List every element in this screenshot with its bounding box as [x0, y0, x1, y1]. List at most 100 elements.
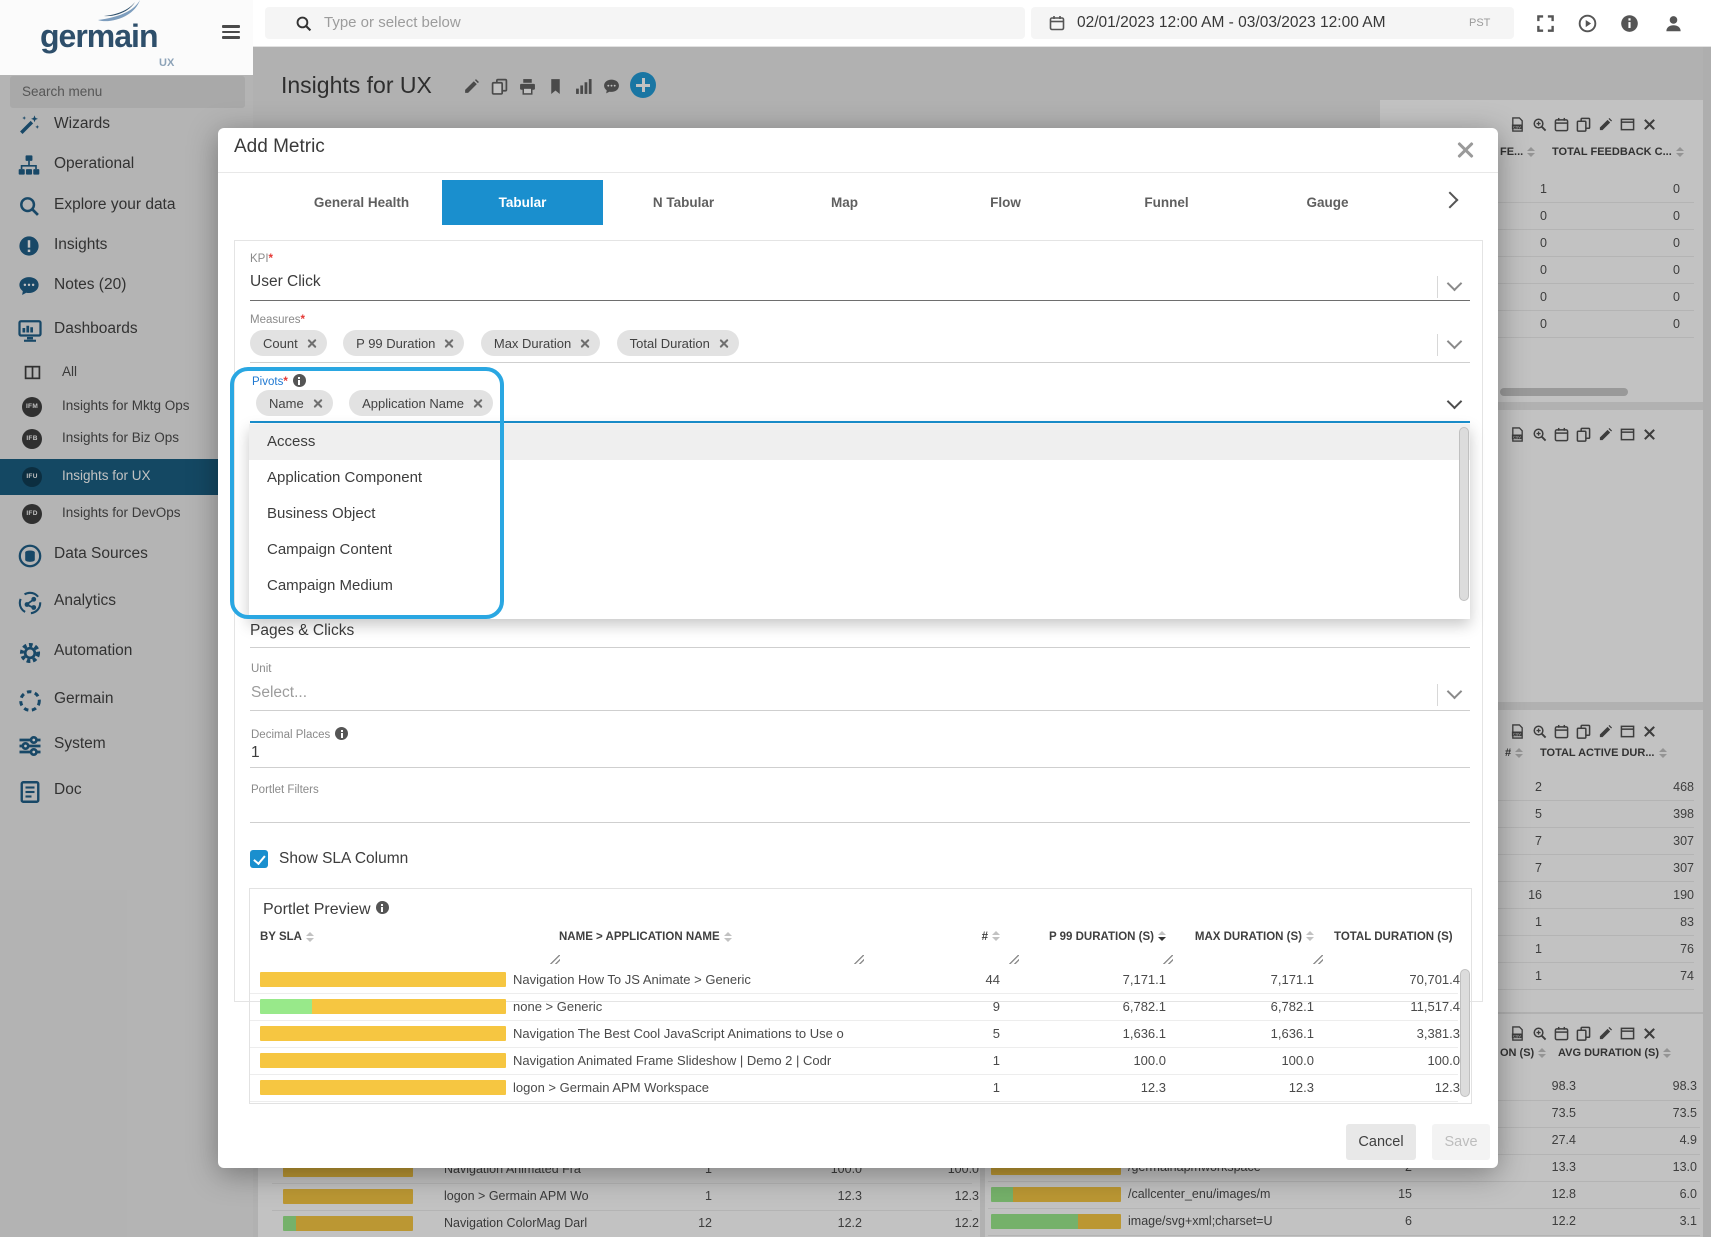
field-underline	[250, 822, 1470, 823]
info-icon[interactable]	[376, 901, 389, 914]
field-underline	[250, 710, 1470, 711]
timezone-label: PST	[1469, 17, 1490, 29]
show-sla-label: Show SLA Column	[279, 850, 408, 868]
metric-type-tabs: General Health Tabular N Tabular Map Flo…	[281, 180, 1408, 225]
unit-select[interactable]: Select...	[251, 684, 307, 702]
cancel-button[interactable]: Cancel	[1346, 1124, 1416, 1160]
remove-chip-icon[interactable]	[472, 398, 483, 409]
divider	[218, 172, 1498, 173]
tab-flow[interactable]: Flow	[925, 180, 1086, 225]
pivots-dropdown: Access Application Component Business Ob…	[249, 424, 1470, 619]
decimal-places-label: Decimal Places	[251, 727, 348, 741]
sla-bar	[260, 999, 506, 1014]
remove-chip-icon[interactable]	[718, 338, 729, 349]
remove-chip-icon[interactable]	[306, 338, 317, 349]
chip-p99-duration[interactable]: P 99 Duration	[343, 330, 464, 356]
divider	[1437, 684, 1438, 706]
preview-row: logon > Germain APM Workspace 1 12.3 12.…	[250, 1074, 1458, 1102]
pivots-label: Pivots*	[252, 374, 306, 388]
unit-label: Unit	[251, 663, 271, 675]
kpi-label: KPI*	[250, 253, 273, 265]
divider	[1437, 276, 1438, 298]
column-header-p99[interactable]: P 99 DURATION (S)	[1046, 931, 1166, 943]
portlet-filters-label: Portlet Filters	[251, 784, 319, 796]
search-icon	[295, 15, 312, 32]
chip-total-duration[interactable]: Total Duration	[617, 330, 739, 356]
top-bar: Type or select below 02/01/2023 12:00 AM…	[0, 0, 1711, 47]
column-header-total[interactable]: TOTAL DURATION (S)	[1334, 931, 1461, 943]
portlet-preview-panel: Portlet Preview BY SLA NAME > APPLICATIO…	[249, 888, 1472, 1104]
preview-row: Navigation The Best Cool JavaScript Anim…	[250, 1020, 1458, 1048]
modal-close-icon[interactable]	[1454, 139, 1476, 161]
portlet-preview-title: Portlet Preview	[263, 901, 389, 919]
column-resize-grip[interactable]	[1163, 955, 1173, 964]
column-header-count[interactable]: #	[910, 931, 1000, 943]
pivots-active-underline	[250, 421, 1470, 423]
chip-count[interactable]: Count	[250, 330, 327, 356]
save-button[interactable]: Save	[1432, 1124, 1490, 1160]
tabs-next-chevron-icon[interactable]	[1442, 192, 1459, 209]
info-icon[interactable]	[1620, 14, 1639, 33]
tab-tabular[interactable]: Tabular	[442, 180, 603, 225]
field-underline	[250, 767, 1470, 768]
column-header-by-sla[interactable]: BY SLA	[260, 931, 314, 943]
info-icon[interactable]	[335, 727, 348, 740]
tab-map[interactable]: Map	[764, 180, 925, 225]
option-business-object[interactable]: Business Object	[249, 496, 1470, 532]
chip-application-name[interactable]: Application Name	[349, 390, 493, 416]
logo[interactable]: germain	[40, 18, 157, 55]
column-header-max[interactable]: MAX DURATION (S)	[1194, 931, 1314, 943]
application-window: Search menu Wizards Operational Explore …	[0, 0, 1711, 1237]
add-metric-modal: Add Metric General Health Tabular N Tabu…	[218, 128, 1498, 1168]
calendar-icon	[1049, 15, 1065, 31]
preview-row: none > Generic 9 6,782.1 6,782.1 11,517.…	[250, 993, 1458, 1021]
logo-block: germain UX	[0, 0, 253, 75]
column-resize-grip[interactable]	[1009, 955, 1019, 964]
column-resize-grip[interactable]	[1313, 955, 1323, 964]
measures-label: Measures*	[250, 314, 305, 326]
column-resize-grip[interactable]	[550, 955, 560, 964]
global-search-input[interactable]: Type or select below	[265, 7, 1025, 39]
sla-bar	[260, 1053, 506, 1068]
dropdown-scrollbar[interactable]	[1459, 427, 1469, 601]
preview-row: Navigation Animated Frame Slideshow | De…	[250, 1047, 1458, 1075]
kpi-select[interactable]: User Click	[250, 273, 321, 291]
menu-toggle-icon[interactable]	[222, 25, 240, 39]
play-icon[interactable]	[1578, 14, 1597, 33]
tab-general-health[interactable]: General Health	[281, 180, 442, 225]
preview-scrollbar[interactable]	[1460, 969, 1470, 1097]
pivots-chips: Name Application Name	[256, 390, 505, 416]
group-title-value[interactable]: Pages & Clicks	[250, 622, 354, 640]
option-application-component[interactable]: Application Component	[249, 460, 1470, 496]
field-underline	[250, 300, 1470, 301]
option-campaign-content[interactable]: Campaign Content	[249, 532, 1470, 568]
remove-chip-icon[interactable]	[312, 398, 323, 409]
field-underline	[250, 647, 1470, 648]
tab-n-tabular[interactable]: N Tabular	[603, 180, 764, 225]
global-search-placeholder: Type or select below	[324, 14, 461, 31]
tab-gauge[interactable]: Gauge	[1247, 180, 1408, 225]
info-icon[interactable]	[293, 374, 306, 387]
modal-title: Add Metric	[234, 136, 325, 158]
decimal-places-input[interactable]: 1	[251, 744, 260, 762]
option-access[interactable]: Access	[249, 424, 1470, 460]
date-range-picker[interactable]: 02/01/2023 12:00 AM - 03/03/2023 12:00 A…	[1031, 7, 1514, 39]
sla-bar	[260, 1080, 506, 1095]
preview-row: Navigation How To JS Animate > Generic 4…	[250, 966, 1458, 994]
measures-chips: Count P 99 Duration Max Duration Total D…	[250, 330, 751, 356]
remove-chip-icon[interactable]	[579, 338, 590, 349]
tab-funnel[interactable]: Funnel	[1086, 180, 1247, 225]
column-resize-grip[interactable]	[854, 955, 864, 964]
show-sla-checkbox[interactable]	[250, 850, 268, 868]
sla-bar	[260, 972, 506, 987]
divider	[1437, 334, 1438, 356]
fullscreen-icon[interactable]	[1536, 14, 1555, 33]
remove-chip-icon[interactable]	[443, 338, 454, 349]
chip-name[interactable]: Name	[256, 390, 333, 416]
column-header-name[interactable]: NAME > APPLICATION NAME	[559, 931, 732, 943]
date-range-value: 02/01/2023 12:00 AM - 03/03/2023 12:00 A…	[1077, 14, 1386, 32]
option-campaign-medium[interactable]: Campaign Medium	[249, 568, 1470, 604]
chip-max-duration[interactable]: Max Duration	[481, 330, 600, 356]
field-underline	[250, 362, 1470, 363]
user-icon[interactable]	[1664, 14, 1683, 33]
